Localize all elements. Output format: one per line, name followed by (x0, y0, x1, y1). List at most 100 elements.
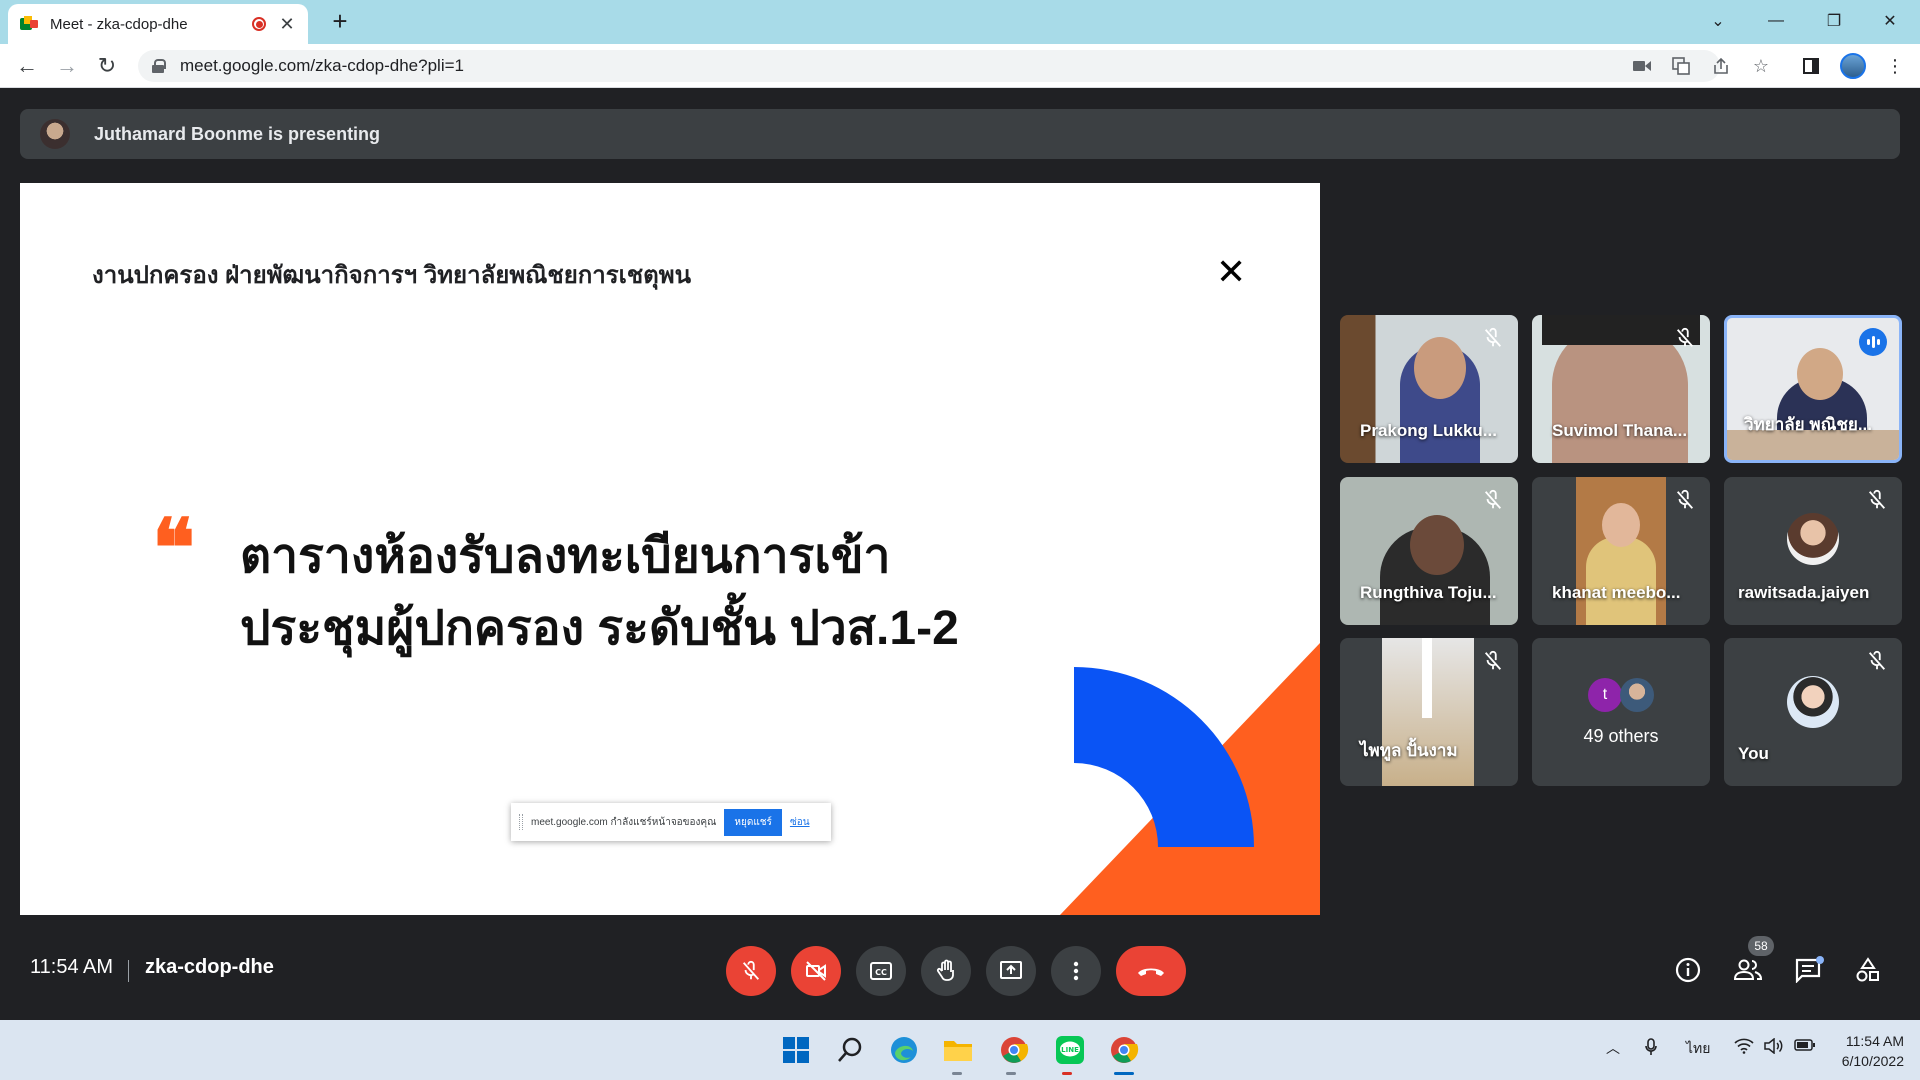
forward-button[interactable]: → (52, 51, 82, 81)
bookmark-star-icon[interactable]: ☆ (1746, 51, 1776, 81)
presenting-text: Juthamard Boonme is presenting (94, 123, 381, 144)
participant-tile[interactable]: Rungthiva Toju... (1340, 477, 1518, 625)
system-date: 6/10/2022 (1841, 1053, 1904, 1069)
search-icon[interactable] (832, 1032, 868, 1068)
windows-start-icon[interactable] (778, 1032, 814, 1068)
back-button[interactable]: ← (12, 51, 42, 81)
tray-chevron-icon[interactable]: ︿ (1606, 1038, 1620, 1058)
participant-avatar (1787, 513, 1839, 565)
participant-tile[interactable]: khanat meebo... (1532, 477, 1710, 625)
more-vert-icon (1073, 961, 1079, 981)
camera-toggle-button[interactable] (791, 946, 841, 996)
activities-shapes-icon (1856, 957, 1879, 982)
participant-tile[interactable]: Prakong Lukku... (1340, 315, 1518, 463)
present-screen-button[interactable] (986, 946, 1036, 996)
meet-stage: Juthamard Boonme is presenting งานปกครอง… (0, 88, 1920, 1020)
drag-handle-icon[interactable] (519, 814, 523, 830)
screen-share-notice: meet.google.com กำลังแชร์หน้าจอของคุณ หย… (511, 803, 831, 841)
browser-toolbar: ← → ↻ meet.google.com/zka-cdop-dhe?pli=1… (0, 44, 1920, 88)
mic-off-icon (742, 960, 760, 980)
hide-notice-link[interactable]: ซ่อน (790, 815, 810, 830)
raise-hand-button[interactable] (921, 946, 971, 996)
captions-button[interactable]: CC (856, 946, 906, 996)
others-avatar (1620, 678, 1654, 712)
running-indicator (1006, 1072, 1016, 1075)
mic-off-icon (1484, 650, 1502, 670)
active-indicator (1114, 1072, 1134, 1075)
camera-off-icon (806, 961, 826, 981)
others-count: 49 others (1583, 726, 1659, 746)
participant-tile[interactable]: rawitsada.jaiyen (1724, 477, 1902, 625)
participant-tile[interactable]: Suvimol Thana... (1532, 315, 1710, 463)
speaking-indicator-icon (1859, 328, 1887, 356)
mic-toggle-button[interactable] (726, 946, 776, 996)
participant-tile[interactable]: ไพทูล ปั้นงาม (1340, 638, 1518, 786)
minimize-button[interactable]: — (1754, 4, 1798, 38)
lock-icon[interactable] (152, 59, 166, 73)
camera-icon[interactable] (1627, 51, 1657, 81)
mic-off-icon (1676, 489, 1694, 509)
browser-tab-meet[interactable]: Meet - zka-cdop-dhe ✕ (8, 4, 308, 44)
activities-button[interactable] (1848, 950, 1888, 990)
chat-notification-dot (1816, 956, 1824, 964)
side-panel-icon[interactable] (1796, 51, 1826, 81)
mic-off-icon (1868, 650, 1886, 670)
close-window-button[interactable]: ✕ (1868, 4, 1912, 38)
end-call-icon (1138, 968, 1164, 976)
system-time: 11:54 AM (1845, 1033, 1904, 1049)
translate-icon[interactable] (1666, 51, 1696, 81)
mic-off-icon (1484, 489, 1502, 509)
presenting-banner: Juthamard Boonme is presenting (20, 109, 1900, 159)
url-text: meet.google.com/zka-cdop-dhe?pli=1 (180, 56, 464, 75)
restore-button[interactable]: ❐ (1812, 4, 1856, 38)
slide-title: ตารางห้องรับลงทะเบียนการเข้า ประชุมผู้ปก… (240, 521, 1140, 665)
edge-browser-icon[interactable] (886, 1032, 922, 1068)
participant-name: khanat meebo... (1552, 583, 1681, 602)
participant-tile-self[interactable]: You (1724, 638, 1902, 786)
reload-button[interactable]: ↻ (92, 51, 122, 81)
profile-avatar[interactable] (1840, 53, 1866, 79)
quote-icon: ❝ (152, 501, 196, 595)
slide-title-line1: ตารางห้องรับลงทะเบียนการเข้า (240, 530, 891, 583)
stop-sharing-button[interactable]: หยุดแชร์ (724, 808, 782, 836)
more-options-button[interactable] (1051, 946, 1101, 996)
people-button[interactable] (1728, 950, 1768, 990)
others-initial-avatar: t (1588, 678, 1622, 712)
people-icon (1733, 959, 1763, 980)
volume-icon[interactable] (1764, 1037, 1784, 1057)
running-indicator (952, 1072, 962, 1075)
participant-name: วิทยาลัย พณิชย... (1744, 415, 1873, 434)
input-language[interactable]: ไทย (1686, 1038, 1710, 1060)
wifi-icon[interactable] (1734, 1038, 1754, 1057)
tray-mic-icon[interactable] (1644, 1038, 1658, 1059)
file-explorer-icon[interactable] (940, 1032, 976, 1068)
participant-tile[interactable]: วิทยาลัย พณิชย... (1724, 315, 1902, 463)
mic-off-icon (1868, 489, 1886, 509)
participant-name: rawitsada.jaiyen (1738, 583, 1870, 602)
tab-search-icon[interactable]: ⌄ (1696, 4, 1740, 38)
chrome-icon[interactable] (996, 1032, 1032, 1068)
running-indicator (1062, 1072, 1072, 1075)
participant-name: Rungthiva Toju... (1360, 583, 1497, 602)
slide-title-line2: ประชุมผู้ปกครอง ระดับชั้น ปวส.1-2 (240, 602, 959, 655)
battery-icon[interactable] (1794, 1038, 1816, 1055)
meeting-details-button[interactable] (1668, 950, 1708, 990)
os-taskbar: LINE ︿ ไทย 11:54 AM 6/10/2022 (0, 1020, 1920, 1080)
system-clock[interactable]: 11:54 AM 6/10/2022 (1834, 1031, 1904, 1071)
tab-close-icon[interactable]: ✕ (278, 14, 296, 35)
chrome-active-icon[interactable] (1106, 1032, 1142, 1068)
menu-kebab-icon[interactable]: ⋮ (1880, 51, 1910, 81)
address-bar[interactable]: meet.google.com/zka-cdop-dhe?pli=1 (138, 50, 1720, 82)
line-app-icon[interactable]: LINE (1052, 1032, 1088, 1068)
participant-tile-others[interactable]: t 49 others (1532, 638, 1710, 786)
mic-off-icon (1484, 327, 1502, 347)
svg-text:LINE: LINE (1061, 1046, 1079, 1054)
present-icon (1000, 961, 1022, 979)
info-divider (128, 960, 129, 982)
share-notice-text: meet.google.com กำลังแชร์หน้าจอของคุณ (531, 816, 717, 828)
leave-call-button[interactable] (1116, 946, 1186, 996)
share-icon[interactable] (1706, 51, 1736, 81)
new-tab-button[interactable]: + (326, 6, 354, 36)
slide-close-icon: ✕ (1216, 251, 1247, 292)
participant-name: Suvimol Thana... (1552, 421, 1688, 440)
